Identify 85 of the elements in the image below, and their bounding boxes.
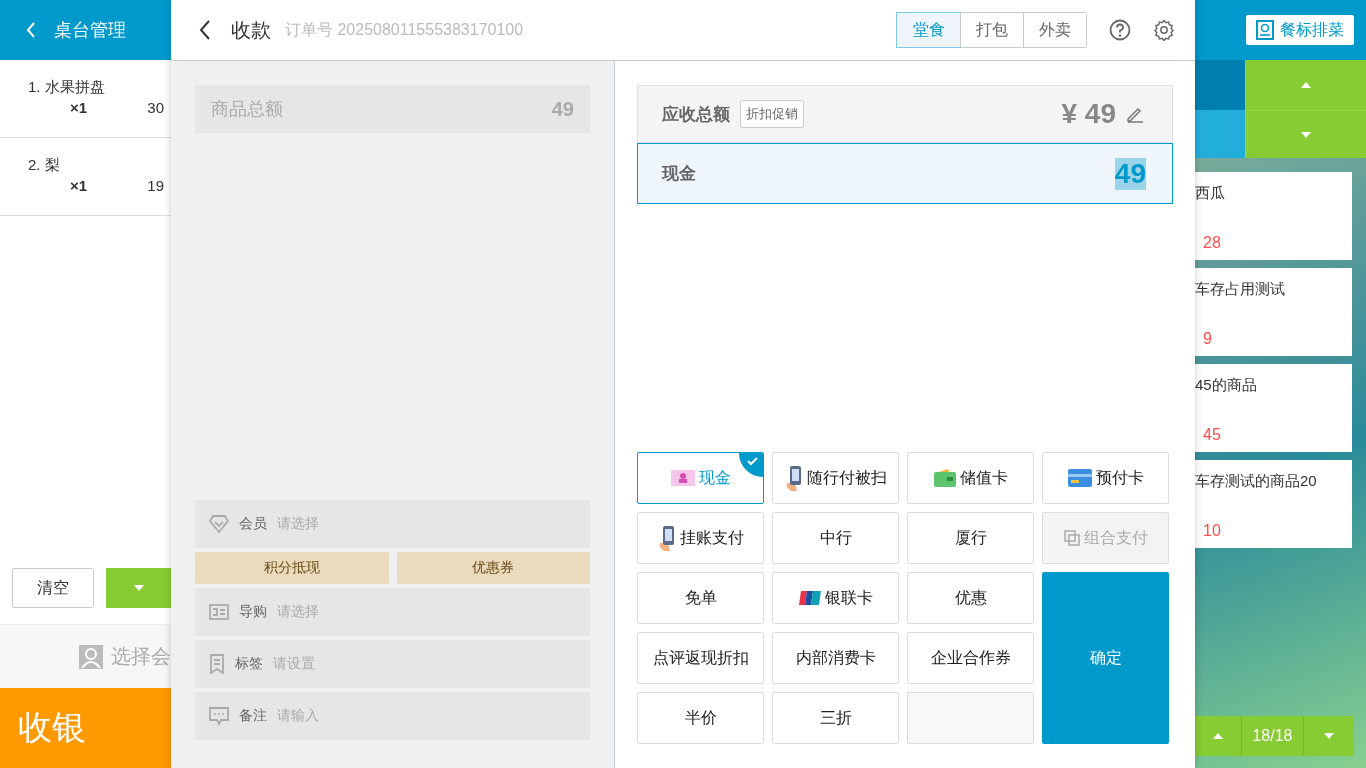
field-placeholder: 请输入 [277, 707, 319, 725]
dish-price: 10 [1202, 522, 1222, 540]
comment-icon [209, 706, 229, 726]
diamond-icon [209, 515, 229, 533]
payment-method-button[interactable]: 三折 [772, 692, 899, 744]
payment-method-label: 现金 [662, 163, 696, 185]
dish-card[interactable]: 车存占用测试 9 [1195, 268, 1352, 356]
payment-method-button[interactable]: 随行付被扫 [772, 452, 899, 504]
payment-method-button[interactable]: 半价 [637, 692, 764, 744]
dish-card[interactable]: 车存测试的商品20 10 [1195, 460, 1352, 548]
field-label: 会员 [239, 515, 267, 533]
payment-method-button[interactable]: 中行 [772, 512, 899, 564]
category-tile[interactable] [1195, 110, 1245, 158]
field-label: 标签 [235, 655, 263, 673]
field-label: 备注 [239, 707, 267, 725]
field-label: 导购 [239, 603, 267, 621]
payment-method-button[interactable]: 预付卡 [1042, 452, 1169, 504]
edit-icon[interactable] [1126, 105, 1144, 123]
item-price: 19 [147, 177, 164, 194]
payment-method-button[interactable]: 点评返现折扣 [637, 632, 764, 684]
scroll-up-button[interactable] [1245, 60, 1366, 110]
clear-button[interactable]: 清空 [12, 568, 94, 608]
combine-icon [1063, 530, 1080, 546]
id-card-icon [209, 604, 229, 620]
payment-method-button[interactable]: 储值卡 [907, 452, 1034, 504]
item-name: 1. 水果拼盘 [28, 78, 106, 97]
down-arrow-icon [1324, 733, 1334, 739]
field-placeholder: 请设置 [273, 655, 315, 673]
payment-method-button[interactable]: 优惠 [907, 572, 1034, 624]
field-placeholder: 请选择 [277, 515, 319, 533]
bank-card-icon [798, 591, 821, 605]
receivable-label: 应收总额 [662, 103, 730, 126]
dialog-title: 收款 [231, 17, 271, 43]
up-arrow-icon [1213, 733, 1223, 739]
payment-method-button[interactable]: 厦行 [907, 512, 1034, 564]
person-icon [79, 644, 103, 669]
item-name: 2. 梨 [28, 156, 61, 175]
item-quantity: ×1 [70, 99, 88, 116]
discount-button[interactable]: 折扣促销 [740, 100, 804, 128]
dish-price: 28 [1202, 234, 1222, 252]
payment-method-button[interactable]: 企业合作券 [907, 632, 1034, 684]
promo-button[interactable]: 优惠券 [396, 552, 590, 584]
payment-method-button[interactable]: 免单 [637, 572, 764, 624]
card-icon [1067, 469, 1092, 487]
dropdown-button[interactable] [106, 568, 171, 608]
down-arrow-icon [1301, 131, 1311, 138]
goods-total-value: 49 [551, 97, 574, 121]
form-field[interactable]: 导购 请选择 [195, 588, 590, 636]
mode-tab[interactable]: 外卖 [1023, 13, 1086, 47]
dish-price: 9 [1202, 330, 1213, 348]
check-icon [739, 453, 763, 477]
dish-name: 西瓜 [1195, 184, 1226, 203]
payment-method-button[interactable]: 挂账支付 [637, 512, 764, 564]
cash-icon [670, 470, 695, 486]
item-price: 30 [147, 99, 164, 116]
dish-card[interactable]: 西瓜 28 [1195, 172, 1352, 260]
receipt-icon [1256, 20, 1274, 40]
payment-method-button[interactable]: 内部消费卡 [772, 632, 899, 684]
phone-hand-icon [784, 465, 803, 491]
form-field[interactable]: 会员 请选择 [195, 500, 590, 548]
form-field[interactable]: 标签 请设置 [195, 640, 590, 688]
bookmark-icon [209, 654, 225, 674]
caret-icon [133, 585, 144, 591]
phone-hand-icon [657, 525, 676, 551]
category-tile[interactable] [1195, 60, 1245, 110]
form-field[interactable]: 备注 请输入 [195, 692, 590, 740]
order-number: 订单号 202508011555383170100 [285, 19, 525, 40]
dish-name: 45的商品 [1195, 376, 1258, 395]
payment-amount: 49 [1114, 157, 1146, 190]
scroll-down-button[interactable] [1245, 110, 1366, 158]
receivable-amount: ¥ 49 [1061, 98, 1116, 130]
member-hint: 选择会 [111, 644, 171, 669]
field-placeholder: 请选择 [277, 603, 319, 621]
back-icon[interactable] [199, 20, 211, 40]
promo-button[interactable]: 积分抵现 [195, 552, 389, 584]
item-quantity: ×1 [70, 177, 88, 194]
goods-total-label: 商品总额 [211, 98, 283, 121]
dish-name: 车存占用测试 [1195, 280, 1286, 299]
dish-price: 45 [1202, 426, 1222, 444]
payment-method-button[interactable]: 银联卡 [772, 572, 899, 624]
dish-card[interactable]: 45的商品 45 [1195, 364, 1352, 452]
panel-title: 桌台管理 [54, 19, 126, 42]
up-arrow-icon [1301, 82, 1311, 88]
dish-name: 车存测试的商品20 [1195, 472, 1318, 491]
wallet-icon [933, 469, 956, 487]
